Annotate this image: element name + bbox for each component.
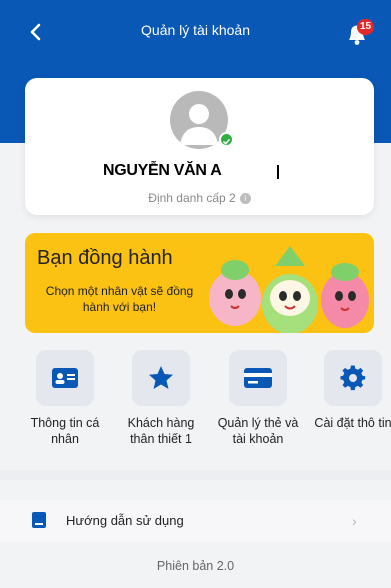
profile-card: NGUYỄN VĂN A Định danh cấp 2i	[25, 78, 374, 215]
shortcut-card-management[interactable]: Quản lý thẻ và tài khoản	[213, 350, 303, 447]
star-icon	[149, 366, 173, 389]
info-icon[interactable]: i	[239, 193, 251, 205]
app-version: Phiên bản 2.0	[156, 559, 235, 573]
shortcut-label: Thông tin cá nhân	[30, 416, 100, 446]
shortcut-personal-info[interactable]: Thông tin cá nhân	[20, 350, 110, 447]
mascots-illustration	[209, 246, 369, 333]
shortcut-label: Cài đặt thô tin	[314, 416, 391, 430]
text-cursor	[277, 165, 279, 179]
page-title: Quản lý tài khoản	[141, 22, 250, 38]
user-name: NGUYỄN VĂN A	[103, 162, 222, 179]
section-divider	[0, 470, 391, 480]
user-guide-label: Hướng dẫn sử dụng	[66, 513, 184, 528]
verified-check-icon	[219, 132, 234, 147]
verification-level: Định danh cấp 2i	[25, 191, 374, 205]
companion-banner[interactable]: Bạn đồng hành Chọn một nhân vật sẽ đồng …	[25, 233, 374, 333]
id-card-icon	[52, 368, 78, 388]
shortcut-row: Thông tin cá nhân Khách hàng thân thiết …	[0, 350, 391, 460]
verification-level-text: Định danh cấp 2	[148, 191, 236, 205]
notification-badge: 15	[357, 19, 375, 35]
book-icon	[32, 512, 46, 528]
chevron-right-icon: ›	[352, 513, 357, 529]
credit-card-icon	[244, 368, 272, 388]
shortcut-loyalty[interactable]: Khách hàng thân thiết 1	[116, 350, 206, 447]
banner-description: Chọn một nhân vật sẽ đồng hành với bạn!	[45, 284, 194, 314]
gear-icon	[340, 365, 366, 391]
user-guide-menu-item[interactable]: Hướng dẫn sử dụng ›	[0, 500, 391, 542]
shortcut-settings[interactable]: Cài đặt thô tin	[308, 350, 391, 431]
shortcut-label: Khách hàng thân thiết 1	[127, 416, 195, 446]
shortcut-label: Quản lý thẻ và tài khoản	[217, 416, 299, 446]
banner-title: Bạn đồng hành	[37, 247, 173, 269]
